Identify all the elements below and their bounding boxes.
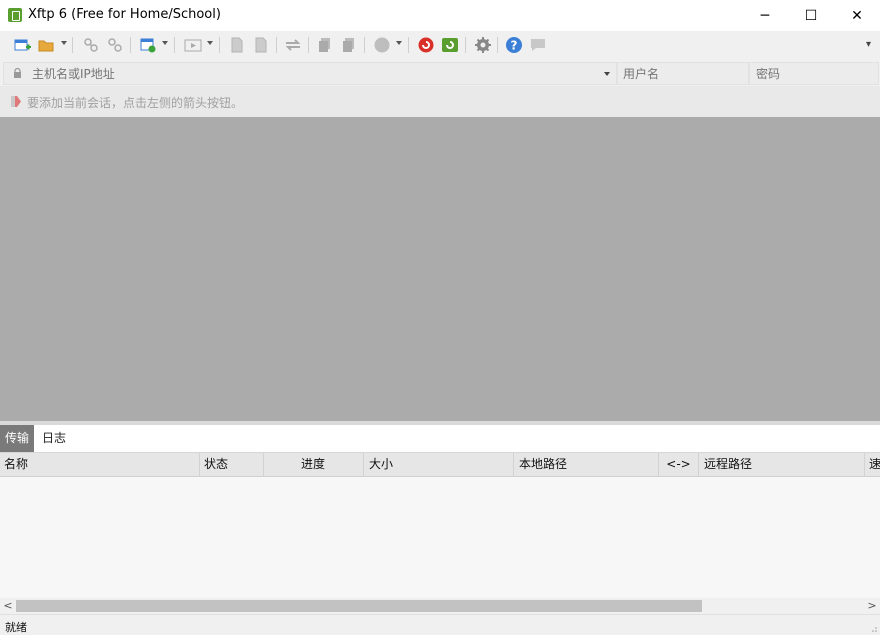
window-title: Xftp 6 (Free for Home/School) [28, 7, 221, 22]
minimize-icon: ─ [760, 7, 770, 24]
maximize-button[interactable]: ☐ [788, 0, 834, 31]
minimize-button[interactable]: ─ [742, 0, 788, 31]
column-local-path[interactable]: 本地路径 [514, 453, 659, 476]
status-bar: 就绪 [0, 614, 880, 635]
page-copy-icon[interactable] [340, 36, 358, 54]
password-box[interactable] [749, 62, 879, 85]
column-size[interactable]: 大小 [364, 453, 514, 476]
new-file-icon[interactable] [228, 36, 246, 54]
column-status[interactable]: 状态 [200, 453, 264, 476]
session-workspace [0, 117, 880, 421]
toolbar: ? ▾ [0, 31, 880, 59]
hint-bar: 要添加当前会话，点击左侧的箭头按钮。 [0, 86, 880, 117]
transfer-column-header: 名称 状态 进度 大小 本地路径 <-> 远程路径 速 [0, 453, 880, 477]
column-name[interactable]: 名称 [0, 453, 200, 476]
horizontal-scrollbar[interactable]: < > [0, 598, 880, 614]
transfer-list[interactable] [0, 477, 880, 598]
status-circle-icon[interactable] [373, 36, 391, 54]
host-combobox[interactable] [3, 62, 617, 85]
chat-icon[interactable] [529, 36, 547, 54]
bottom-tabs: 传输 日志 [0, 425, 880, 453]
toolbar-overflow-icon[interactable]: ▾ [866, 39, 871, 50]
status-dropdown-icon[interactable] [396, 41, 402, 45]
column-direction[interactable]: <-> [659, 453, 699, 476]
connect-icon[interactable] [82, 36, 100, 54]
play-icon[interactable] [184, 36, 202, 54]
close-button[interactable]: ✕ [834, 0, 880, 31]
username-box[interactable] [617, 62, 749, 85]
help-icon[interactable]: ? [505, 36, 523, 54]
xftp-app-icon [8, 8, 22, 22]
xshell-icon[interactable] [417, 36, 435, 54]
add-session-arrow-icon[interactable] [10, 95, 22, 108]
new-session-icon[interactable] [13, 36, 31, 54]
page-icon[interactable] [316, 36, 334, 54]
host-dropdown-icon[interactable] [604, 72, 610, 76]
transfer-icon[interactable] [284, 36, 302, 54]
xftp-icon[interactable] [441, 36, 459, 54]
scroll-right-icon[interactable]: > [864, 598, 880, 614]
maximize-icon: ☐ [804, 7, 818, 24]
column-progress[interactable]: 进度 [264, 453, 364, 476]
address-bar [0, 60, 880, 85]
scroll-left-icon[interactable]: < [0, 598, 16, 614]
open-folder-icon[interactable] [37, 36, 55, 54]
open-dropdown-icon[interactable] [61, 41, 67, 45]
status-text: 就绪 [5, 621, 27, 634]
settings-gear-icon[interactable] [474, 36, 492, 54]
lock-icon [14, 68, 21, 78]
resize-grip-icon[interactable] [869, 624, 877, 632]
play-dropdown-icon[interactable] [207, 41, 213, 45]
username-input[interactable] [623, 63, 743, 84]
disconnect-icon[interactable] [106, 36, 124, 54]
properties-dropdown-icon[interactable] [162, 41, 168, 45]
column-remote-path[interactable]: 远程路径 [699, 453, 865, 476]
password-input[interactable] [756, 63, 874, 84]
close-icon: ✕ [851, 7, 863, 24]
svg-text:?: ? [511, 39, 518, 53]
title-bar: Xftp 6 (Free for Home/School) ─ ☐ ✕ [0, 0, 880, 31]
hint-text: 要添加当前会话，点击左侧的箭头按钮。 [27, 96, 244, 110]
scrollbar-thumb[interactable] [16, 600, 702, 612]
tab-log[interactable]: 日志 [37, 425, 71, 452]
host-input[interactable] [32, 63, 592, 84]
tab-transfer[interactable]: 传输 [0, 425, 35, 452]
session-properties-icon[interactable] [139, 36, 157, 54]
column-speed[interactable]: 速 [865, 453, 880, 476]
copy-file-icon[interactable] [252, 36, 270, 54]
